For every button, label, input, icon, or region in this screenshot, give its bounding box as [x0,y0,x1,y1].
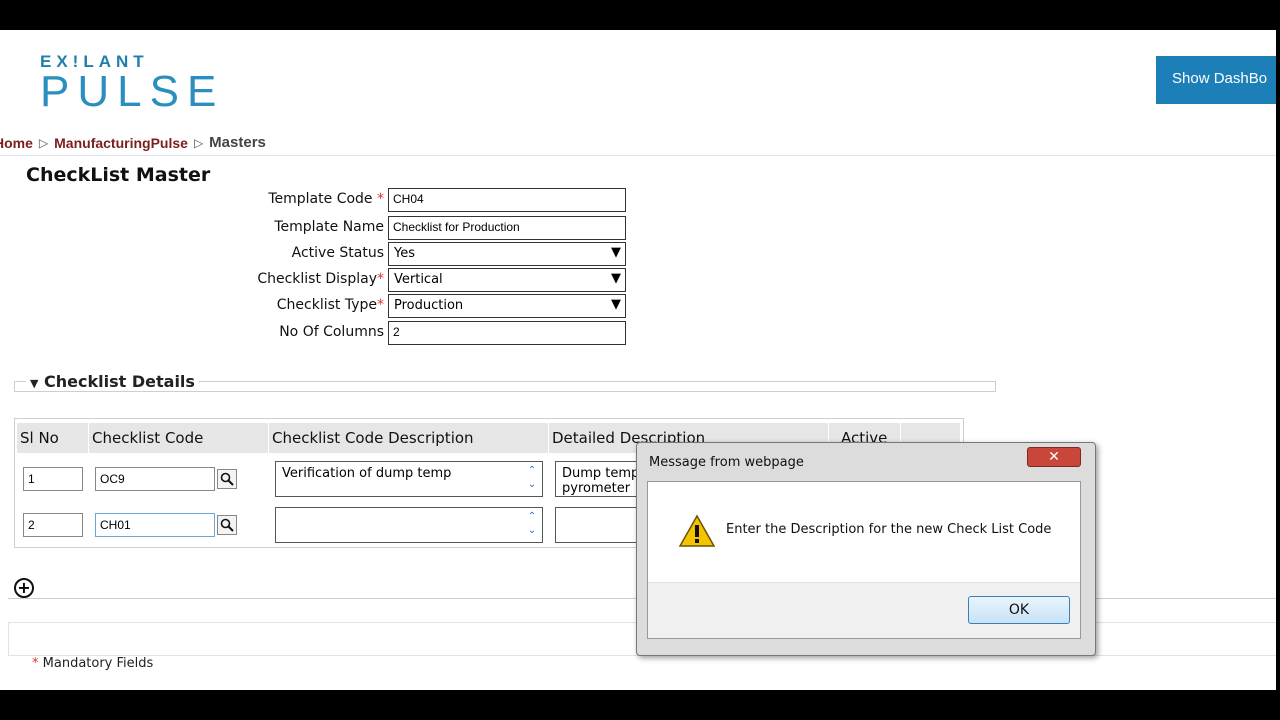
show-dashboard-button[interactable]: Show DashBo [1156,56,1276,104]
checklist-details-toggle[interactable]: ▼ Checklist Details [26,372,199,391]
chevron-down-icon: ▼ [611,271,621,286]
template-code-input[interactable]: CH04 [388,188,626,212]
checklist-display-row: Checklist Display* Vertical ▼ [0,268,640,292]
breadcrumb: Home ▷ ManufacturingPulse ▷ Masters [0,130,1276,156]
page: EX!LANT PULSE Show DashBo Home ▷ Manufac… [0,30,1276,690]
close-button[interactable]: ✕ [1027,447,1081,467]
exilant-pulse-logo: EX!LANT PULSE [40,52,225,116]
template-name-label: Template Name [274,219,384,235]
row-2-sl-no-input[interactable]: 2 [23,513,83,537]
column-header-description: Checklist Code Description [269,423,549,453]
column-header-sl-no: Sl No [17,423,89,453]
active-status-select[interactable]: Yes ▼ [388,242,626,266]
search-icon[interactable] [217,469,237,489]
scroll-arrows-icon[interactable]: ⌃ ⌄ [524,464,540,492]
row-2-code-input[interactable]: CH01 [95,513,215,537]
add-row-icon[interactable]: + [14,578,34,598]
active-status-row: Active Status Yes ▼ [0,242,640,266]
warning-icon [678,514,716,552]
search-icon[interactable] [217,515,237,535]
active-status-label: Active Status [291,245,384,261]
breadcrumb-separator-icon: ▷ [193,135,204,150]
checklist-display-select[interactable]: Vertical ▼ [388,268,626,292]
checklist-type-select[interactable]: Production ▼ [388,294,626,318]
logo-main-text: PULSE [40,67,225,116]
no-of-columns-input[interactable]: 2 [388,321,626,345]
breadcrumb-home[interactable]: Home [0,135,33,151]
dialog-title: Message from webpage [649,455,804,470]
row-1-code-input[interactable]: OC9 [95,467,215,491]
section-title: Checklist Details [44,372,195,391]
template-code-label: Template Code * [268,191,384,207]
dialog-body: Enter the Description for the new Check … [647,481,1081,639]
chevron-down-icon: ▼ [611,297,621,312]
checklist-type-row: Checklist Type* Production ▼ [0,294,640,318]
mandatory-note: * Mandatory Fields [32,656,154,671]
row-2-description-textarea[interactable]: ⌃ ⌄ [275,507,543,543]
page-title: CheckList Master [26,164,211,186]
column-header-checklist-code: Checklist Code [89,423,269,453]
breadcrumb-current: Masters [209,134,266,151]
row-1-sl-no-input[interactable]: 1 [23,467,83,491]
breadcrumb-manufacturing[interactable]: ManufacturingPulse [54,135,188,151]
checklist-display-label: Checklist Display* [257,271,384,287]
no-of-columns-label: No Of Columns [279,324,384,340]
checklist-type-label: Checklist Type* [276,297,384,313]
triangle-down-icon: ▼ [30,377,39,390]
no-of-columns-row: No Of Columns 2 [0,321,640,345]
chevron-down-icon: ▼ [611,245,621,260]
template-name-row: Template Name Checklist for Production [0,216,640,240]
row-1-description-textarea[interactable]: Verification of dump temp ⌃ ⌄ [275,461,543,497]
template-name-input[interactable]: Checklist for Production [388,216,626,240]
breadcrumb-separator-icon: ▷ [38,135,49,150]
message-dialog: Message from webpage ✕ Enter the Descrip… [636,442,1096,656]
template-code-row: Template Code * CH04 [0,188,640,212]
dialog-message: Enter the Description for the new Check … [726,522,1052,537]
ok-button[interactable]: OK [968,596,1070,624]
scroll-arrows-icon[interactable]: ⌃ ⌄ [524,510,540,538]
